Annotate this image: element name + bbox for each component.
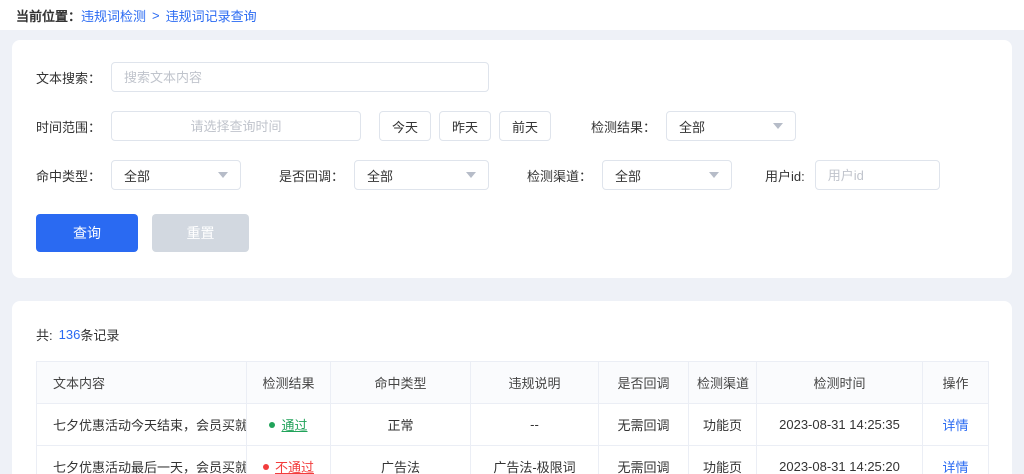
- status-dot-icon: [263, 464, 269, 470]
- record-count-prefix: 共:: [36, 325, 53, 344]
- table-row: 七夕优惠活动最后一天，会员买就送 不通过 广告法 广告法-极限词 无需回调 功能…: [37, 446, 989, 474]
- cell-detect-result: 不通过: [247, 446, 331, 474]
- callback-value: 全部: [367, 166, 393, 185]
- filter-row-type: 命中类型： 全部 是否回调： 全部 检测渠道： 全部 用户id:: [36, 160, 988, 190]
- chevron-down-icon: [466, 172, 476, 178]
- cell-callback: 无需回调: [599, 404, 689, 446]
- cell-detect-time: 2023-08-31 14:25:35: [757, 404, 923, 446]
- cell-violation-desc: --: [471, 404, 599, 446]
- cell-action: 详情: [923, 404, 989, 446]
- header-text-content: 文本内容: [37, 362, 247, 404]
- detail-link[interactable]: 详情: [942, 460, 968, 474]
- cell-channel: 功能页: [689, 404, 757, 446]
- table-row: 七夕优惠活动今天结束，会员买就送 通过 正常 -- 无需回调 功能页 2023-…: [37, 404, 989, 446]
- table-header-row: 文本内容 检测结果 命中类型 违规说明 是否回调 检测渠道 检测时间 操作: [37, 362, 989, 404]
- cell-hit-type: 正常: [331, 404, 471, 446]
- hit-type-label: 命中类型：: [36, 166, 101, 185]
- breadcrumb-prefix: 当前位置：: [16, 6, 81, 25]
- header-violation-desc: 违规说明: [471, 362, 599, 404]
- hit-type-value: 全部: [124, 166, 150, 185]
- breadcrumb-link-records[interactable]: 违规词记录查询: [166, 6, 257, 25]
- channel-select[interactable]: 全部: [602, 160, 732, 190]
- channel-label: 检测渠道：: [527, 166, 592, 185]
- chevron-down-icon: [218, 172, 228, 178]
- cell-channel: 功能页: [689, 446, 757, 474]
- detect-result-select[interactable]: 全部: [666, 111, 796, 141]
- record-count-number: 136: [59, 327, 81, 342]
- cell-action: 详情: [923, 446, 989, 474]
- filter-actions: 查询 重置: [36, 214, 988, 252]
- hit-type-select[interactable]: 全部: [111, 160, 241, 190]
- text-search-input[interactable]: [111, 62, 489, 92]
- detect-result-label: 检测结果：: [591, 117, 656, 136]
- filter-row-text-search: 文本搜索：: [36, 62, 988, 92]
- results-panel: 共: 136 条记录 文本内容 检测结果 命中类型 违规说明 是否回调 检测渠道…: [12, 301, 1012, 474]
- channel-value: 全部: [615, 166, 641, 185]
- header-hit-type: 命中类型: [331, 362, 471, 404]
- user-id-input[interactable]: [815, 160, 940, 190]
- filter-row-time-range: 时间范围： 今天 昨天 前天 检测结果： 全部: [36, 111, 988, 141]
- record-count: 共: 136 条记录: [36, 325, 988, 344]
- cell-text-content: 七夕优惠活动最后一天，会员买就送: [37, 446, 247, 474]
- cell-callback: 无需回调: [599, 446, 689, 474]
- breadcrumb-separator: >: [152, 8, 160, 23]
- header-detect-time: 检测时间: [757, 362, 923, 404]
- breadcrumb-link-detection[interactable]: 违规词检测: [81, 6, 146, 25]
- day-before-yesterday-button[interactable]: 前天: [499, 111, 551, 141]
- cell-hit-type: 广告法: [331, 446, 471, 474]
- text-search-label: 文本搜索：: [36, 68, 101, 87]
- reset-button[interactable]: 重置: [152, 214, 249, 252]
- breadcrumb: 当前位置： 违规词检测 > 违规词记录查询: [0, 0, 1024, 30]
- detect-result-value: 全部: [679, 117, 705, 136]
- time-range-input[interactable]: [111, 111, 361, 141]
- today-button[interactable]: 今天: [379, 111, 431, 141]
- cell-detect-time: 2023-08-31 14:25:20: [757, 446, 923, 474]
- cell-violation-desc: 广告法-极限词: [471, 446, 599, 474]
- yesterday-button[interactable]: 昨天: [439, 111, 491, 141]
- callback-label: 是否回调：: [279, 166, 344, 185]
- time-range-label: 时间范围：: [36, 117, 101, 136]
- header-action: 操作: [923, 362, 989, 404]
- chevron-down-icon: [709, 172, 719, 178]
- records-table: 文本内容 检测结果 命中类型 违规说明 是否回调 检测渠道 检测时间 操作 七夕…: [36, 361, 989, 474]
- status-dot-icon: [269, 422, 275, 428]
- header-detect-result: 检测结果: [247, 362, 331, 404]
- status-pass-link[interactable]: 通过: [269, 415, 307, 434]
- callback-select[interactable]: 全部: [354, 160, 489, 190]
- filter-panel: 文本搜索： 时间范围： 今天 昨天 前天 检测结果： 全部 命中类型： 全部 是…: [12, 40, 1012, 278]
- header-channel: 检测渠道: [689, 362, 757, 404]
- header-callback: 是否回调: [599, 362, 689, 404]
- chevron-down-icon: [773, 123, 783, 129]
- record-count-suffix: 条记录: [80, 325, 119, 344]
- cell-detect-result: 通过: [247, 404, 331, 446]
- detail-link[interactable]: 详情: [942, 418, 968, 433]
- query-button[interactable]: 查询: [36, 214, 138, 252]
- status-fail-link[interactable]: 不通过: [263, 457, 314, 474]
- user-id-label: 用户id:: [765, 166, 805, 185]
- cell-text-content: 七夕优惠活动今天结束，会员买就送: [37, 404, 247, 446]
